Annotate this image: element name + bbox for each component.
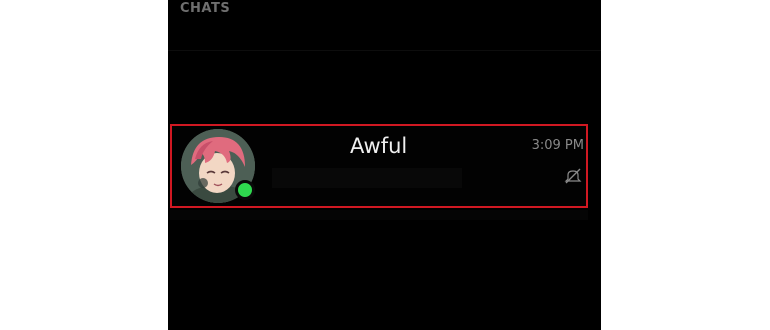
message-preview	[272, 168, 462, 188]
divider	[168, 50, 601, 51]
online-status-icon	[235, 180, 255, 200]
muted-bell-icon	[564, 168, 582, 184]
next-chat-edge	[170, 210, 588, 220]
chat-list-item[interactable]: Awful 3:09 PM	[170, 124, 588, 208]
chat-list-screen: CHATS Awful 3:09 PM	[168, 0, 601, 330]
chat-timestamp: 3:09 PM	[531, 138, 584, 153]
section-header-chats: CHATS	[180, 1, 231, 16]
chat-name: Awful	[350, 134, 408, 158]
